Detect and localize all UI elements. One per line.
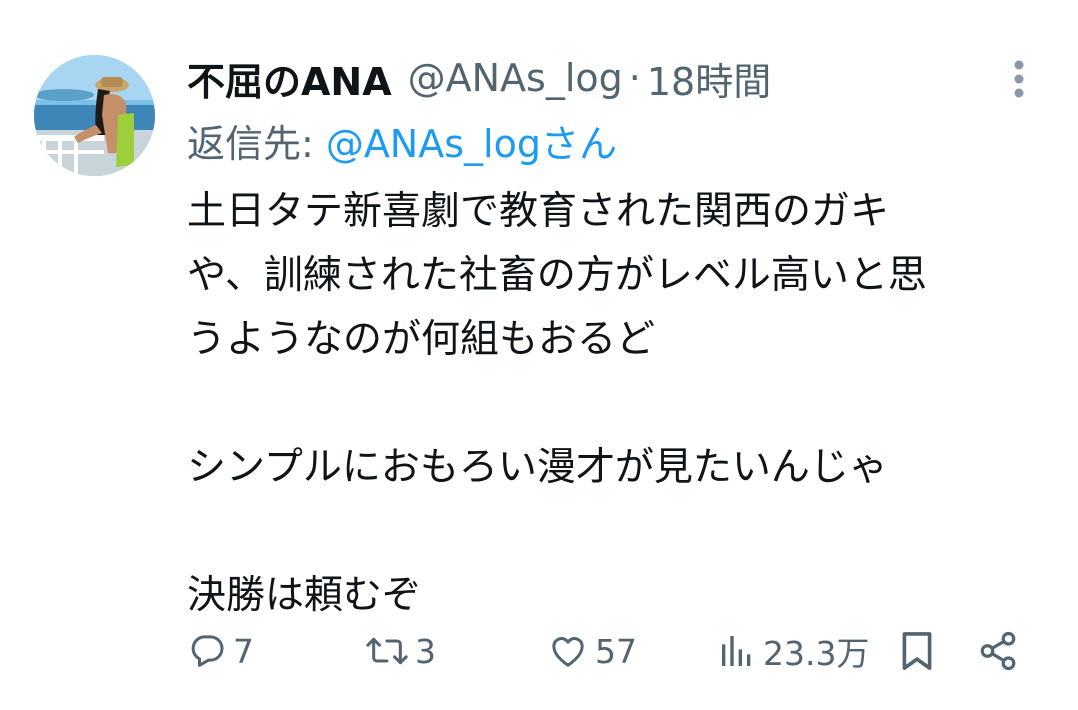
separator-dot: ·	[628, 56, 641, 100]
view-count: 23.3万	[763, 634, 870, 673]
tweet-text-line: や、訓練された社畜の方がレベル高いと思	[187, 253, 927, 298]
tweet-text-line: シンプルにおもろい漫才が見たいんじゃ	[187, 445, 888, 490]
display-name[interactable]: 不屈のANA	[187, 51, 392, 106]
tweet-text-blank-line	[187, 500, 1057, 564]
reply-button[interactable]: 7	[187, 622, 254, 680]
timestamp[interactable]: 18時間	[647, 51, 771, 106]
retweet-icon	[366, 637, 408, 665]
reply-count: 7	[233, 631, 254, 671]
reply-to-label: 返信先:	[187, 121, 314, 166]
share-button[interactable]	[977, 622, 1019, 680]
tweet-header: 不屈のANA @ANAs_log · 18時間	[187, 52, 771, 104]
more-vertical-icon	[1014, 60, 1024, 98]
views-chart-icon	[722, 636, 751, 666]
heart-icon	[552, 637, 584, 667]
action-bar: 7 3 57 23.3万	[187, 622, 1037, 680]
user-handle[interactable]: @ANAs_log	[408, 56, 623, 100]
bookmark-icon	[902, 632, 932, 670]
retweet-count: 3	[415, 631, 436, 671]
tweet-text-blank-line	[187, 372, 1057, 436]
avatar-image	[34, 55, 155, 176]
bookmark-button[interactable]	[899, 622, 935, 680]
avatar[interactable]	[34, 55, 155, 176]
more-options-button[interactable]	[1004, 58, 1034, 100]
reply-to-line: 返信先: @ANAs_logさん	[187, 114, 617, 166]
retweet-button[interactable]: 3	[365, 622, 436, 680]
like-button[interactable]: 57	[547, 622, 637, 680]
tweet-text: 土日タテ新喜劇で教育された関西のガキ や、訓練された社畜の方がレベル高いと思 う…	[187, 180, 1057, 628]
share-icon	[980, 631, 1016, 671]
like-count: 57	[595, 631, 637, 671]
tweet-text-line: 土日タテ新喜劇で教育された関西のガキ	[187, 189, 890, 234]
reply-icon	[191, 635, 224, 667]
tweet-text-line: 決勝は頼むぞ	[187, 573, 422, 618]
reply-to-handle-link[interactable]: @ANAs_logさん	[326, 113, 617, 168]
tweet-text-line: うようなのが何組もおるど	[187, 317, 656, 362]
views-button[interactable]: 23.3万	[717, 622, 869, 680]
